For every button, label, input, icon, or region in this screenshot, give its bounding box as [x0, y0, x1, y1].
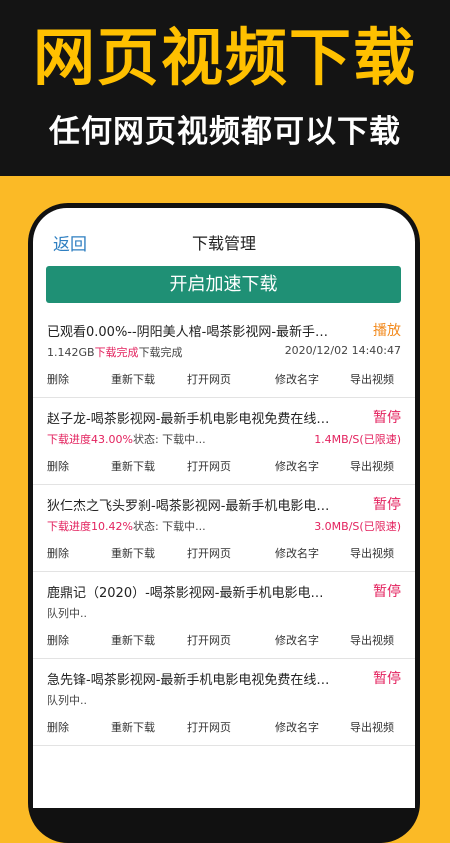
promo-banner: 网页视频下载 任何网页视频都可以下载: [0, 0, 450, 176]
download-status: 队列中..: [47, 692, 87, 708]
download-status-right: 1.4MB/S(已限速): [314, 433, 401, 446]
download-action-button[interactable]: 暂停: [373, 494, 401, 514]
rename-button[interactable]: 修改名字: [275, 545, 319, 561]
delete-button[interactable]: 删除: [47, 458, 69, 474]
download-status-row: 下载进度10.42%状态: 下载中... 3.0MB/S(已限速): [47, 518, 401, 536]
download-title[interactable]: 已观看0.00%--阴阳美人棺-喝茶影视网-最新手…: [47, 321, 359, 340]
status-text: 下载完成: [138, 346, 183, 359]
download-item: 鹿鼎记（2020）-喝茶影视网-最新手机电影电… 暂停 队列中.. 删除 重新下…: [33, 572, 415, 659]
accelerate-download-button[interactable]: 开启加速下载: [46, 266, 401, 303]
page-title: 下载管理: [191, 234, 256, 253]
download-status: 下载进度43.00%状态: 下载中...: [47, 431, 206, 447]
download-title[interactable]: 狄仁杰之飞头罗刹-喝茶影视网-最新手机电影电…: [47, 495, 359, 514]
promo-subtitle: 任何网页视频都可以下载: [49, 114, 401, 150]
download-title-row: 急先锋-喝茶影视网-最新手机电影电视免费在线… 暂停: [47, 669, 401, 689]
download-status-row: 队列中..: [47, 605, 401, 623]
download-list: 已观看0.00%--阴阳美人棺-喝茶影视网-最新手… 播放 1.142GB下载完…: [33, 311, 415, 746]
export-video-button[interactable]: 导出视频: [350, 632, 394, 648]
download-status: 1.142GB下载完成下载完成: [47, 344, 183, 360]
download-title-row: 赵子龙-喝茶影视网-最新手机电影电视免费在线… 暂停: [47, 408, 401, 428]
download-item: 赵子龙-喝茶影视网-最新手机电影电视免费在线… 暂停 下载进度43.00%状态:…: [33, 398, 415, 485]
download-item: 已观看0.00%--阴阳美人棺-喝茶影视网-最新手… 播放 1.142GB下载完…: [33, 311, 415, 398]
download-action-button[interactable]: 播放: [373, 320, 401, 340]
download-action-button[interactable]: 暂停: [373, 668, 401, 688]
rename-button[interactable]: 修改名字: [275, 632, 319, 648]
download-action-button[interactable]: 暂停: [373, 407, 401, 427]
download-title-row: 鹿鼎记（2020）-喝茶影视网-最新手机电影电… 暂停: [47, 582, 401, 602]
redownload-button[interactable]: 重新下载: [111, 719, 155, 735]
download-status-row: 1.142GB下载完成下载完成 2020/12/02 14:40:47: [47, 344, 401, 362]
nav-header: 返回 下载管理: [33, 208, 415, 264]
download-item: 急先锋-喝茶影视网-最新手机电影电视免费在线… 暂停 队列中.. 删除 重新下载…: [33, 659, 415, 746]
status-text: 队列中..: [47, 607, 87, 620]
download-status: 下载进度10.42%状态: 下载中...: [47, 518, 206, 534]
redownload-button[interactable]: 重新下载: [111, 545, 155, 561]
status-highlight: 下载进度43.00%: [47, 433, 133, 446]
phone-screen: 返回 下载管理 开启加速下载 已观看0.00%--阴阳美人棺-喝茶影视网-最新手…: [33, 208, 415, 808]
download-status-right: 2020/12/02 14:40:47: [284, 344, 401, 357]
status-highlight: 下载进度10.42%: [47, 520, 133, 533]
download-title-row: 已观看0.00%--阴阳美人棺-喝茶影视网-最新手… 播放: [47, 321, 401, 341]
redownload-button[interactable]: 重新下载: [111, 458, 155, 474]
delete-button[interactable]: 删除: [47, 545, 69, 561]
download-status: 队列中..: [47, 605, 87, 621]
rename-button[interactable]: 修改名字: [275, 719, 319, 735]
file-size: 1.142GB: [47, 346, 95, 359]
download-status-row: 队列中..: [47, 692, 401, 710]
status-text: 状态: 下载中...: [132, 433, 206, 446]
export-video-button[interactable]: 导出视频: [350, 371, 394, 387]
download-status-right: 3.0MB/S(已限速): [314, 520, 401, 533]
delete-button[interactable]: 删除: [47, 632, 69, 648]
download-item: 狄仁杰之飞头罗刹-喝茶影视网-最新手机电影电… 暂停 下载进度10.42%状态:…: [33, 485, 415, 572]
open-webpage-button[interactable]: 打开网页: [187, 545, 231, 561]
download-title[interactable]: 赵子龙-喝茶影视网-最新手机电影电视免费在线…: [47, 408, 359, 427]
rename-button[interactable]: 修改名字: [275, 458, 319, 474]
download-title[interactable]: 鹿鼎记（2020）-喝茶影视网-最新手机电影电…: [47, 582, 359, 601]
promo-title: 网页视频下载: [32, 21, 417, 94]
export-video-button[interactable]: 导出视频: [350, 458, 394, 474]
delete-button[interactable]: 删除: [47, 371, 69, 387]
open-webpage-button[interactable]: 打开网页: [187, 371, 231, 387]
status-text: 状态: 下载中...: [132, 520, 206, 533]
export-video-button[interactable]: 导出视频: [350, 545, 394, 561]
download-title[interactable]: 急先锋-喝茶影视网-最新手机电影电视免费在线…: [47, 669, 359, 688]
download-action-button[interactable]: 暂停: [373, 581, 401, 601]
download-actions: 删除 重新下载 打开网页 修改名字 导出视频: [47, 719, 401, 737]
open-webpage-button[interactable]: 打开网页: [187, 632, 231, 648]
download-actions: 删除 重新下载 打开网页 修改名字 导出视频: [47, 545, 401, 563]
status-highlight: 下载完成: [94, 346, 139, 359]
delete-button[interactable]: 删除: [47, 719, 69, 735]
redownload-button[interactable]: 重新下载: [111, 371, 155, 387]
rename-button[interactable]: 修改名字: [275, 371, 319, 387]
download-actions: 删除 重新下载 打开网页 修改名字 导出视频: [47, 371, 401, 389]
open-webpage-button[interactable]: 打开网页: [187, 458, 231, 474]
redownload-button[interactable]: 重新下载: [111, 632, 155, 648]
download-actions: 删除 重新下载 打开网页 修改名字 导出视频: [47, 458, 401, 476]
export-video-button[interactable]: 导出视频: [350, 719, 394, 735]
open-webpage-button[interactable]: 打开网页: [187, 719, 231, 735]
download-title-row: 狄仁杰之飞头罗刹-喝茶影视网-最新手机电影电… 暂停: [47, 495, 401, 515]
status-text: 队列中..: [47, 694, 87, 707]
download-actions: 删除 重新下载 打开网页 修改名字 导出视频: [47, 632, 401, 650]
download-status-row: 下载进度43.00%状态: 下载中... 1.4MB/S(已限速): [47, 431, 401, 449]
